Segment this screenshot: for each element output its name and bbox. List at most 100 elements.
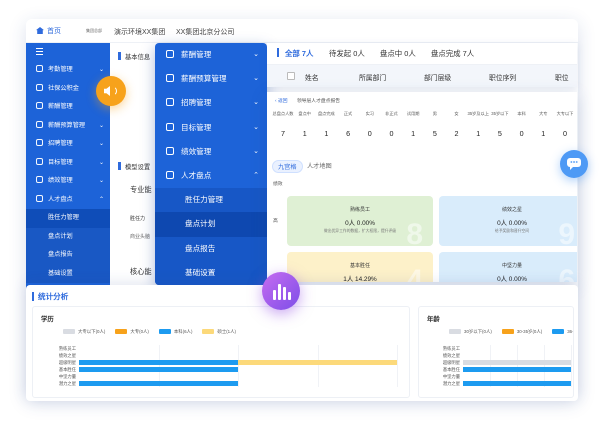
grid-box-watermark: 8 bbox=[406, 218, 423, 246]
bar-segment[interactable] bbox=[463, 367, 571, 372]
nav-item-4[interactable]: 绩效管理 ⌄ bbox=[155, 140, 267, 164]
sidebar-item-2[interactable]: 薪酬管理 bbox=[26, 98, 110, 117]
tab-completed[interactable]: 盘点完成 7人 bbox=[431, 48, 474, 59]
bar-segment[interactable] bbox=[79, 367, 238, 372]
back-link[interactable]: ‹ 返回 bbox=[275, 99, 288, 104]
col-dept-level[interactable]: 部门层级 bbox=[424, 72, 451, 82]
sidebar-item-label: 考勤管理 bbox=[48, 66, 73, 73]
bar-segment[interactable] bbox=[238, 360, 397, 365]
legend-item[interactable]: 大专以下(0人) bbox=[63, 329, 105, 335]
select-all-checkbox[interactable] bbox=[287, 72, 295, 80]
basic-info-heading: 基本信息 bbox=[125, 54, 151, 61]
grid-box-desc: 给予奖励和晋升空间 bbox=[494, 229, 530, 233]
sidebar-item-5[interactable]: 目标管理 ⌄ bbox=[26, 154, 110, 173]
sidebar-item-7[interactable]: 人才盘点 ⌃ bbox=[26, 191, 110, 210]
stat-header-4: 实习 bbox=[365, 111, 374, 116]
competency-label: 胜任力 bbox=[130, 216, 146, 222]
bar-segment[interactable] bbox=[79, 381, 238, 386]
menu-item-icon bbox=[166, 122, 174, 131]
grid-box-2[interactable]: 基本胜任 1人 14.29% 4 bbox=[287, 252, 433, 282]
legend-swatch bbox=[115, 329, 128, 334]
chevron-icon: ⌃ bbox=[98, 196, 104, 203]
tab-nine-grid[interactable]: 九宫格 bbox=[272, 160, 303, 173]
stat-value-6: 1 bbox=[411, 129, 416, 138]
nav-subitem-0[interactable]: 胜任力管理 bbox=[155, 188, 267, 213]
nav-item-3[interactable]: 目标管理 ⌄ bbox=[155, 116, 267, 140]
bar-segment[interactable] bbox=[463, 360, 571, 365]
core-ability-label: 核心能 bbox=[130, 267, 152, 276]
col-department[interactable]: 所属部门 bbox=[359, 72, 386, 82]
chevron-icon: ⌄ bbox=[98, 159, 104, 166]
legend-swatch bbox=[449, 329, 461, 334]
nav-subitem-1[interactable]: 盘点计划 bbox=[155, 212, 267, 237]
nav-item-5[interactable]: 人才盘点 ⌃ bbox=[155, 164, 267, 188]
sidebar-item-0[interactable]: 考勤管理 ⌄ bbox=[26, 61, 110, 80]
menu-item-icon bbox=[36, 83, 43, 91]
bar-segment[interactable] bbox=[79, 360, 238, 365]
stacked-bar bbox=[79, 360, 397, 365]
sidebar-subitem-1[interactable]: 盘点计划 bbox=[26, 227, 110, 246]
home-label: 首页 bbox=[47, 28, 61, 35]
nav-subitem-2[interactable]: 盘点报告 bbox=[155, 236, 267, 261]
top-bar: 首页 集团总部 演示环境XX集团 XX集团北京分公司 bbox=[26, 19, 578, 43]
menu-item-icon bbox=[36, 176, 43, 183]
nav-item-1[interactable]: 薪酬预算管理 ⌄ bbox=[155, 67, 267, 91]
sidebar-item-3[interactable]: 薪酬预算管理 ⌄ bbox=[26, 117, 110, 136]
menu-item-icon bbox=[36, 194, 43, 202]
employee-list-panel: 全部 7人 待发起 0人 盘点中 0人 盘点完成 7人 姓名 所属部门 部门层级… bbox=[267, 43, 577, 87]
grid-box-title: 绩效之星 bbox=[501, 207, 522, 213]
stat-value-10: 5 bbox=[497, 129, 502, 138]
breadcrumb-branch[interactable]: XX集团北京分公司 bbox=[176, 27, 234, 37]
sidebar-subitem-3[interactable]: 基础设置 bbox=[26, 264, 110, 283]
menu-toggle-icon[interactable] bbox=[26, 43, 110, 61]
grid-box-3[interactable]: 中坚力量 0人 0.00% 6 bbox=[439, 252, 577, 282]
nav-item-2[interactable]: 招聘管理 ⌄ bbox=[155, 91, 267, 115]
bar-segment[interactable] bbox=[463, 381, 571, 386]
legend-swatch bbox=[501, 329, 514, 334]
legend-item[interactable]: 硕士(1人) bbox=[202, 329, 236, 335]
chat-icon[interactable] bbox=[560, 150, 588, 178]
sidebar-item-6[interactable]: 绩效管理 ⌄ bbox=[26, 172, 110, 191]
speaker-icon[interactable] bbox=[96, 76, 126, 106]
grid-box-0[interactable]: 熟练员工 0人 0.00% 做出优异工作的数据，扩大权限，提升评级 8 bbox=[287, 196, 433, 246]
model-settings-heading: 模型设置 bbox=[125, 164, 151, 171]
nav-subitem-3[interactable]: 基础设置 bbox=[155, 260, 267, 285]
col-name[interactable]: 姓名 bbox=[305, 72, 319, 82]
breadcrumb-group[interactable]: 集团总部 bbox=[86, 28, 102, 34]
age-chart-card: 年龄 30岁以下(0人) 30-35岁(0人) 36-40岁(0人) 熟练员工绩效之… bbox=[418, 306, 574, 398]
grid-box-1[interactable]: 绩效之星 0人 0.00% 给予奖励和晋升空间 9 bbox=[439, 196, 577, 246]
legend-item[interactable]: 本科(6人) bbox=[158, 329, 192, 335]
grid-box-watermark: 4 bbox=[406, 264, 423, 282]
sidebar-subitem-2[interactable]: 盘点报告 bbox=[26, 246, 110, 265]
grid-box-title: 熟练员工 bbox=[349, 207, 370, 213]
business-sense-label: 商业头脑 bbox=[130, 234, 151, 240]
tab-talent-map[interactable]: 人才地图 bbox=[302, 160, 337, 173]
chevron-icon: ⌄ bbox=[98, 141, 104, 147]
grid-box-watermark: 9 bbox=[558, 218, 575, 246]
menu-item-icon bbox=[166, 50, 174, 58]
bar-chart-icon[interactable] bbox=[262, 272, 300, 310]
marketing-composite: 首页 集团总部 演示环境XX集团 XX集团北京分公司 考勤管理 ⌄ 社保公积金 薪酬管… bbox=[0, 0, 605, 428]
stat-header-2: 盘点完成 bbox=[317, 111, 335, 116]
legend-swatch bbox=[552, 329, 565, 334]
nav-item-label: 招聘管理 bbox=[181, 98, 212, 108]
legend-item[interactable]: 30岁以下(0人) bbox=[449, 329, 492, 335]
legend-label: 硕士(1人) bbox=[217, 329, 236, 334]
legend-item[interactable]: 36-40岁(0人) bbox=[552, 329, 573, 335]
legend-item[interactable]: 大专(0人) bbox=[115, 329, 149, 335]
breadcrumb-company[interactable]: 演示环境XX集团 bbox=[114, 27, 165, 37]
sidebar-item-4[interactable]: 招聘管理 ⌄ bbox=[26, 135, 110, 154]
legend-item[interactable]: 30-35岁(0人) bbox=[501, 329, 542, 335]
stacked-bar bbox=[463, 360, 571, 365]
sidebar-subitem-0[interactable]: 胜任力管理 bbox=[26, 209, 110, 228]
chevron-icon: ⌃ bbox=[253, 171, 259, 179]
tab-in-progress[interactable]: 盘点中 0人 bbox=[380, 48, 416, 59]
home-link[interactable]: 首页 bbox=[36, 26, 61, 36]
chevron-icon: ⌄ bbox=[98, 178, 104, 184]
col-position[interactable]: 职位 bbox=[555, 72, 569, 82]
nav-item-0[interactable]: 薪酬管理 ⌄ bbox=[155, 43, 267, 67]
tab-pending[interactable]: 待发起 0人 bbox=[329, 48, 365, 59]
stat-value-8: 2 bbox=[454, 129, 459, 138]
tab-all[interactable]: 全部 7人 bbox=[285, 48, 313, 59]
col-position-seq[interactable]: 职位序列 bbox=[489, 72, 516, 82]
